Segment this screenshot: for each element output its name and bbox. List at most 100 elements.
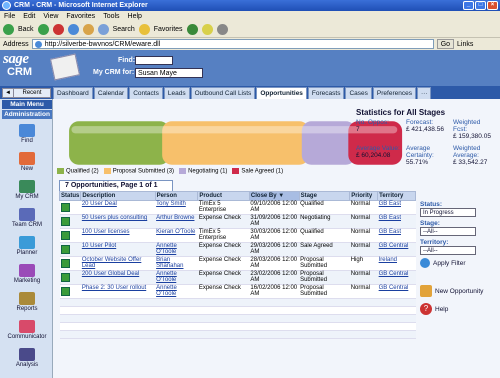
sidebar-item-analysis[interactable]: Analysis: [2, 348, 52, 368]
sidebar-item-new[interactable]: New: [2, 152, 52, 172]
back-button[interactable]: Back: [18, 26, 34, 33]
description-link[interactable]: 200 User Global Deal: [80, 270, 156, 285]
address-url: http://silverbe-bwvnos/CRM/eware.dll: [44, 41, 161, 48]
description-link[interactable]: 100 User licenses: [80, 228, 156, 243]
menu-favorites[interactable]: Favorites: [66, 11, 95, 22]
tab-dashboard[interactable]: Dashboard: [53, 87, 93, 99]
table-row[interactable]: Phase 2: 30 User rollout Annette O'Toole…: [59, 284, 416, 299]
address-input[interactable]: http://silverbe-bwvnos/CRM/eware.dll: [31, 39, 434, 49]
sidebar-item-marketing[interactable]: Marketing: [2, 264, 52, 284]
col-person[interactable]: Person: [154, 191, 199, 201]
col-territory[interactable]: Territory: [377, 191, 416, 201]
sidebar-item-my-crm[interactable]: My CRM: [2, 180, 52, 200]
media-icon[interactable]: [186, 24, 198, 35]
col-stage[interactable]: Stage: [298, 191, 351, 201]
recent-button[interactable]: Recent: [13, 88, 51, 98]
home-icon[interactable]: [82, 24, 94, 35]
description-link[interactable]: Phase 2: 30 User rollout: [80, 284, 156, 299]
description-link[interactable]: 10 User Pilot: [80, 242, 156, 257]
stage-filter-select[interactable]: --All--: [420, 227, 476, 236]
person-link[interactable]: Annette O'Toole: [155, 284, 198, 299]
favorites-button[interactable]: Favorites: [154, 26, 183, 33]
person-link[interactable]: Annette O'Toole: [155, 242, 198, 257]
tab-calendar[interactable]: Calendar: [93, 87, 129, 99]
tab-contacts[interactable]: Contacts: [129, 87, 163, 99]
links-button[interactable]: Links: [457, 41, 473, 48]
person-link[interactable]: Kieran O'Toole: [155, 228, 198, 243]
territory-link[interactable]: GB East: [377, 200, 416, 215]
sidebar-item-reports[interactable]: Reports: [2, 292, 52, 312]
forward-arrow-icon[interactable]: [37, 24, 49, 35]
sidebar-item-team-crm[interactable]: Team CRM: [2, 208, 52, 228]
col-priority[interactable]: Priority: [349, 191, 379, 201]
territory-link[interactable]: GB Central: [377, 270, 416, 285]
person-link[interactable]: Arthur Browne: [155, 214, 198, 229]
table-row[interactable]: October Website Offer Lead Brian Shanaha…: [59, 256, 416, 271]
main-menu-button[interactable]: Main Menu: [2, 100, 52, 109]
person-link[interactable]: Brian Shanahan: [155, 256, 198, 271]
description-link[interactable]: 20 User Deal: [80, 200, 156, 215]
search-icon[interactable]: [97, 24, 109, 35]
description-link[interactable]: October Website Offer Lead: [80, 256, 156, 271]
search-button[interactable]: Search: [113, 26, 135, 33]
refresh-icon[interactable]: [67, 24, 79, 35]
opportunity-status-icon[interactable]: [60, 231, 70, 240]
maximize-button[interactable]: □: [475, 1, 486, 10]
person-link[interactable]: Annette O'Toole: [155, 270, 198, 285]
status-filter-select[interactable]: In Progress: [420, 208, 476, 217]
minimize-button[interactable]: _: [463, 1, 474, 10]
tab-cases[interactable]: Cases: [345, 87, 372, 99]
go-button[interactable]: Go: [436, 39, 455, 49]
person-link[interactable]: Tony Smith: [155, 200, 198, 215]
opportunity-status-icon[interactable]: [60, 259, 70, 268]
territory-link[interactable]: GB East: [377, 228, 416, 243]
menu-file[interactable]: File: [4, 11, 15, 22]
description-link[interactable]: 50 Users plus consulting: [80, 214, 156, 229]
tab-leads[interactable]: Leads: [163, 87, 190, 99]
print-icon[interactable]: [216, 24, 228, 35]
col-product[interactable]: Product: [197, 191, 250, 201]
territory-link[interactable]: Ireland: [377, 256, 416, 271]
stop-icon[interactable]: [52, 24, 64, 35]
opportunity-status-icon[interactable]: [60, 203, 70, 212]
table-row[interactable]: 200 User Global Deal Annette O'Toole Exp…: [59, 270, 416, 285]
menu-tools[interactable]: Tools: [103, 11, 119, 22]
menu-view[interactable]: View: [43, 11, 58, 22]
opportunity-status-icon[interactable]: [60, 287, 70, 296]
table-row[interactable]: 20 User Deal Tony Smith TimEx 5 Enterpri…: [59, 200, 416, 215]
mycrm-user-select[interactable]: Susan Maye: [135, 68, 203, 78]
territory-link[interactable]: GB Central: [377, 242, 416, 257]
tab-more[interactable]: ···: [416, 87, 432, 99]
back-arrow-icon[interactable]: [3, 24, 14, 35]
tab-outbound-call-lists[interactable]: Outbound Call Lists: [190, 87, 256, 99]
new-opportunity-button[interactable]: New Opportunity: [420, 285, 483, 297]
favorites-star-icon[interactable]: [138, 24, 150, 35]
help-button[interactable]: ? Help: [420, 303, 483, 315]
menu-edit[interactable]: Edit: [23, 11, 35, 22]
opportunity-status-icon[interactable]: [60, 217, 70, 226]
close-button[interactable]: ×: [487, 1, 498, 10]
tab-opportunities[interactable]: Opportunities: [256, 87, 307, 99]
territory-link[interactable]: GB East: [377, 214, 416, 229]
table-row[interactable]: 100 User licenses Kieran O'Toole TimEx 5…: [59, 228, 416, 243]
menu-help[interactable]: Help: [128, 11, 142, 22]
col-close-by[interactable]: Close By ▼: [248, 191, 300, 201]
territory-filter-select[interactable]: --All--: [420, 246, 476, 255]
table-row[interactable]: 10 User Pilot Annette O'Toole Expense Ch…: [59, 242, 416, 257]
mail-icon[interactable]: [201, 24, 213, 35]
tab-preferences[interactable]: Preferences: [372, 87, 416, 99]
opportunity-status-icon[interactable]: [60, 245, 70, 254]
col-status[interactable]: Status: [58, 191, 82, 201]
table-row[interactable]: 50 Users plus consulting Arthur Browne E…: [59, 214, 416, 229]
apply-filter-button[interactable]: Apply Filter: [420, 258, 498, 268]
sidebar-item-communicator[interactable]: Communicator: [2, 320, 52, 340]
opportunity-status-icon[interactable]: [60, 273, 70, 282]
tab-forecasts[interactable]: Forecasts: [307, 87, 345, 99]
col-description[interactable]: Description: [80, 191, 156, 201]
administration-button[interactable]: Administration: [2, 110, 52, 119]
territory-link[interactable]: GB Central: [377, 284, 416, 299]
priority-cell: Normal: [349, 214, 378, 229]
sidebar-item-planner[interactable]: Planner: [2, 236, 52, 256]
sidebar-item-find[interactable]: Find: [2, 124, 52, 144]
find-input[interactable]: [135, 56, 173, 65]
